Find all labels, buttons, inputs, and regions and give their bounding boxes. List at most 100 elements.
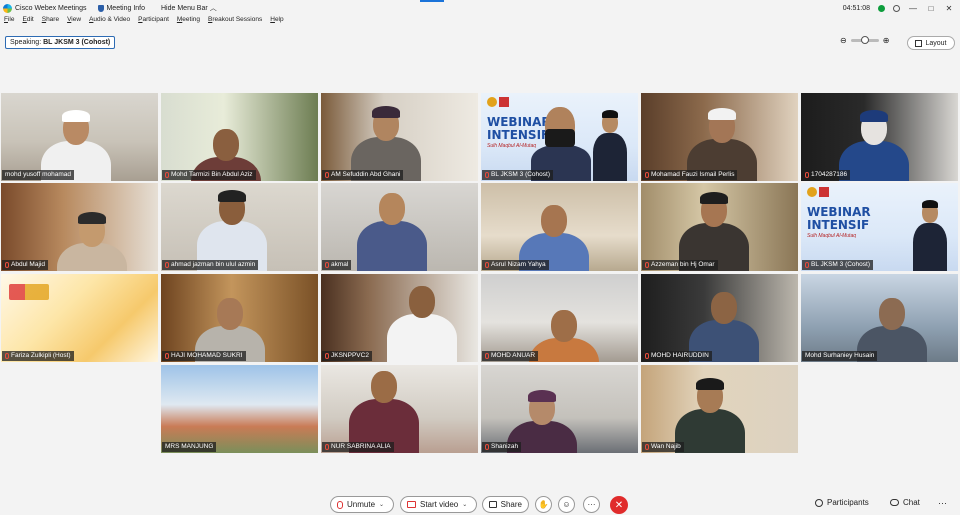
menu-view[interactable]: View	[63, 16, 85, 28]
hand-icon: ✋	[538, 500, 549, 509]
video-tile[interactable]: Fariza Zulkipli (Host)	[1, 274, 158, 362]
video-tile[interactable]: Azzeman bin Hj Omar	[641, 183, 798, 271]
meeting-info-button[interactable]: Meeting Info	[98, 4, 145, 12]
start-video-button[interactable]: Start video ⌄	[400, 496, 477, 513]
video-tile[interactable]: AM Sefuddin Abd Ghani	[321, 93, 478, 181]
video-tile[interactable]: MOHD ANUAR	[481, 274, 638, 362]
chat-bubble-icon	[890, 499, 899, 506]
hide-menu-bar-button[interactable]: Hide Menu Bar ︿	[161, 3, 217, 13]
participant-name-tag: Wan Najib	[642, 442, 684, 452]
zoom-out-icon[interactable]: ⊖	[840, 36, 847, 45]
participant-name-tag: Mohd Tarmizi Bin Abdul Aziz	[162, 170, 256, 180]
muted-mic-icon	[805, 262, 809, 268]
participant-name-tag: Mohamad Fauzi Ismail Perlis	[642, 170, 738, 180]
speaking-name: BL JKSM 3 (Cohost)	[43, 39, 111, 46]
menu-breakout-sessions[interactable]: Breakout Sessions	[204, 16, 266, 28]
participant-name: Wan Najib	[651, 443, 681, 450]
video-tile[interactable]: Shanizah	[481, 365, 638, 453]
agency-logo-icon	[807, 187, 817, 197]
participant-name-tag: HAJI MOHAMAD SUKRI	[162, 351, 246, 361]
participant-name-tag: akmal	[322, 260, 352, 270]
participant-name-tag: MRS MANJUNG	[162, 442, 217, 452]
participant-name-tag: BL JKSM 3 (Cohost)	[802, 260, 874, 270]
webinar-line2: INTENSIF	[487, 128, 550, 142]
muted-mic-icon	[485, 353, 489, 359]
unmute-button[interactable]: Unmute ⌄	[330, 496, 394, 513]
chat-button[interactable]: Chat	[890, 498, 920, 507]
muted-mic-icon	[325, 444, 329, 450]
more-icon[interactable]: ···	[938, 498, 947, 508]
video-tile[interactable]: 1704287186	[801, 93, 958, 181]
meeting-toolbar: Unmute ⌄ Start video ⌄ Share ✋ ☺ ··· ✕ P…	[0, 493, 960, 515]
participant-name: Mohd Surhaniey Husain	[805, 352, 875, 359]
muted-mic-icon	[165, 262, 169, 268]
minimize-icon[interactable]: —	[908, 4, 918, 13]
participant-name: Fariza Zulkipli (Host)	[11, 352, 71, 359]
more-options-button[interactable]: ···	[583, 496, 600, 513]
muted-mic-icon	[645, 172, 649, 178]
slider-knob[interactable]	[860, 36, 869, 44]
video-tile[interactable]: Mohd Surhaniey Husain	[801, 274, 958, 362]
muted-mic-icon	[645, 444, 649, 450]
muted-mic-icon	[805, 172, 809, 178]
raise-hand-button[interactable]: ✋	[535, 496, 552, 513]
globe-icon[interactable]	[893, 4, 900, 12]
zoom-in-icon[interactable]: ⊕	[883, 36, 890, 45]
chevron-down-icon[interactable]: ⌄	[379, 501, 384, 508]
video-tile[interactable]: NUR SABRINA ALIA	[321, 365, 478, 453]
connection-status-icon[interactable]	[878, 4, 885, 12]
video-tile[interactable]: MRS MANJUNG	[161, 365, 318, 453]
video-tile[interactable]: JKSNPPVC2	[321, 274, 478, 362]
video-tile[interactable]: ahmad jazman bin ulul azmin	[161, 183, 318, 271]
maximize-icon[interactable]: □	[926, 4, 936, 13]
participant-name: MOHD HAIRUDDIN	[651, 352, 709, 359]
video-tile[interactable]: Wan Najib	[641, 365, 798, 453]
menu-edit[interactable]: Edit	[19, 16, 38, 28]
menu-share[interactable]: Share	[38, 16, 63, 28]
menu-participant[interactable]: Participant	[134, 16, 173, 28]
muted-mic-icon	[325, 262, 329, 268]
close-icon[interactable]: ✕	[944, 4, 954, 13]
participant-name-tag: 1704287186	[802, 170, 851, 180]
close-icon: ✕	[614, 499, 624, 511]
video-tile[interactable]: Asrul Nizam Yahya	[481, 183, 638, 271]
video-tile[interactable]: akmal	[321, 183, 478, 271]
video-tile[interactable]: WEBINAR INTENSIF Sulh Maqbul Al-Mutaq BL JK…	[801, 183, 958, 271]
webinar-line1: WEBINAR	[807, 205, 871, 219]
webinar-line3: Sulh Maqbul Al-Mutaq	[807, 233, 857, 239]
slider-track[interactable]	[850, 36, 879, 44]
participants-button[interactable]: Participants	[815, 498, 869, 507]
leave-meeting-button[interactable]: ✕	[610, 496, 628, 514]
video-tile[interactable]: Abdul Majid	[1, 183, 158, 271]
participant-name: JKSNPPVC2	[331, 352, 369, 359]
webex-logo-icon	[3, 3, 12, 13]
drag-handle[interactable]	[420, 0, 444, 2]
muted-mic-icon	[325, 172, 329, 178]
muted-mic-icon	[337, 500, 343, 509]
participant-name: akmal	[331, 261, 349, 268]
video-tile[interactable]: Mohd Tarmizi Bin Abdul Aziz	[161, 93, 318, 181]
participant-name-tag: NUR SABRINA ALIA	[322, 442, 394, 452]
video-tile[interactable]: HAJI MOHAMAD SUKRI	[161, 274, 318, 362]
layout-button[interactable]: Layout	[907, 36, 955, 50]
video-tile[interactable]: Mohamad Fauzi Ismail Perlis	[641, 93, 798, 181]
menu-help[interactable]: Help	[266, 16, 287, 28]
participant-name: ahmad jazman bin ulul azmin	[171, 261, 256, 268]
share-button[interactable]: Share	[482, 496, 529, 513]
participant-name: AM Sefuddin Abd Ghani	[331, 171, 401, 178]
menu-meeting[interactable]: Meeting	[173, 16, 204, 28]
participant-name-tag: Shanizah	[482, 442, 522, 452]
video-tile[interactable]: mohd yusoff mohamad	[1, 93, 158, 181]
video-size-slider[interactable]: ⊖ ⊕	[840, 36, 889, 45]
reactions-button[interactable]: ☺	[558, 496, 575, 513]
participant-name: Azzeman bin Hj Omar	[651, 261, 715, 268]
hide-menu-bar-label: Hide Menu Bar	[161, 4, 208, 12]
chevron-down-icon[interactable]: ⌄	[462, 501, 467, 508]
participant-name-tag: mohd yusoff mohamad	[2, 170, 74, 180]
participant-name-tag: Mohd Surhaniey Husain	[802, 351, 878, 361]
webinar-line1: WEBINAR	[487, 115, 551, 129]
menu-file[interactable]: File	[0, 16, 19, 28]
video-tile[interactable]: WEBINAR INTENSIF Sulh Maqbul Al-Mutaq BL JK…	[481, 93, 638, 181]
menu-audio-video[interactable]: Audio & Video	[85, 16, 134, 28]
video-tile[interactable]: MOHD HAIRUDDIN	[641, 274, 798, 362]
